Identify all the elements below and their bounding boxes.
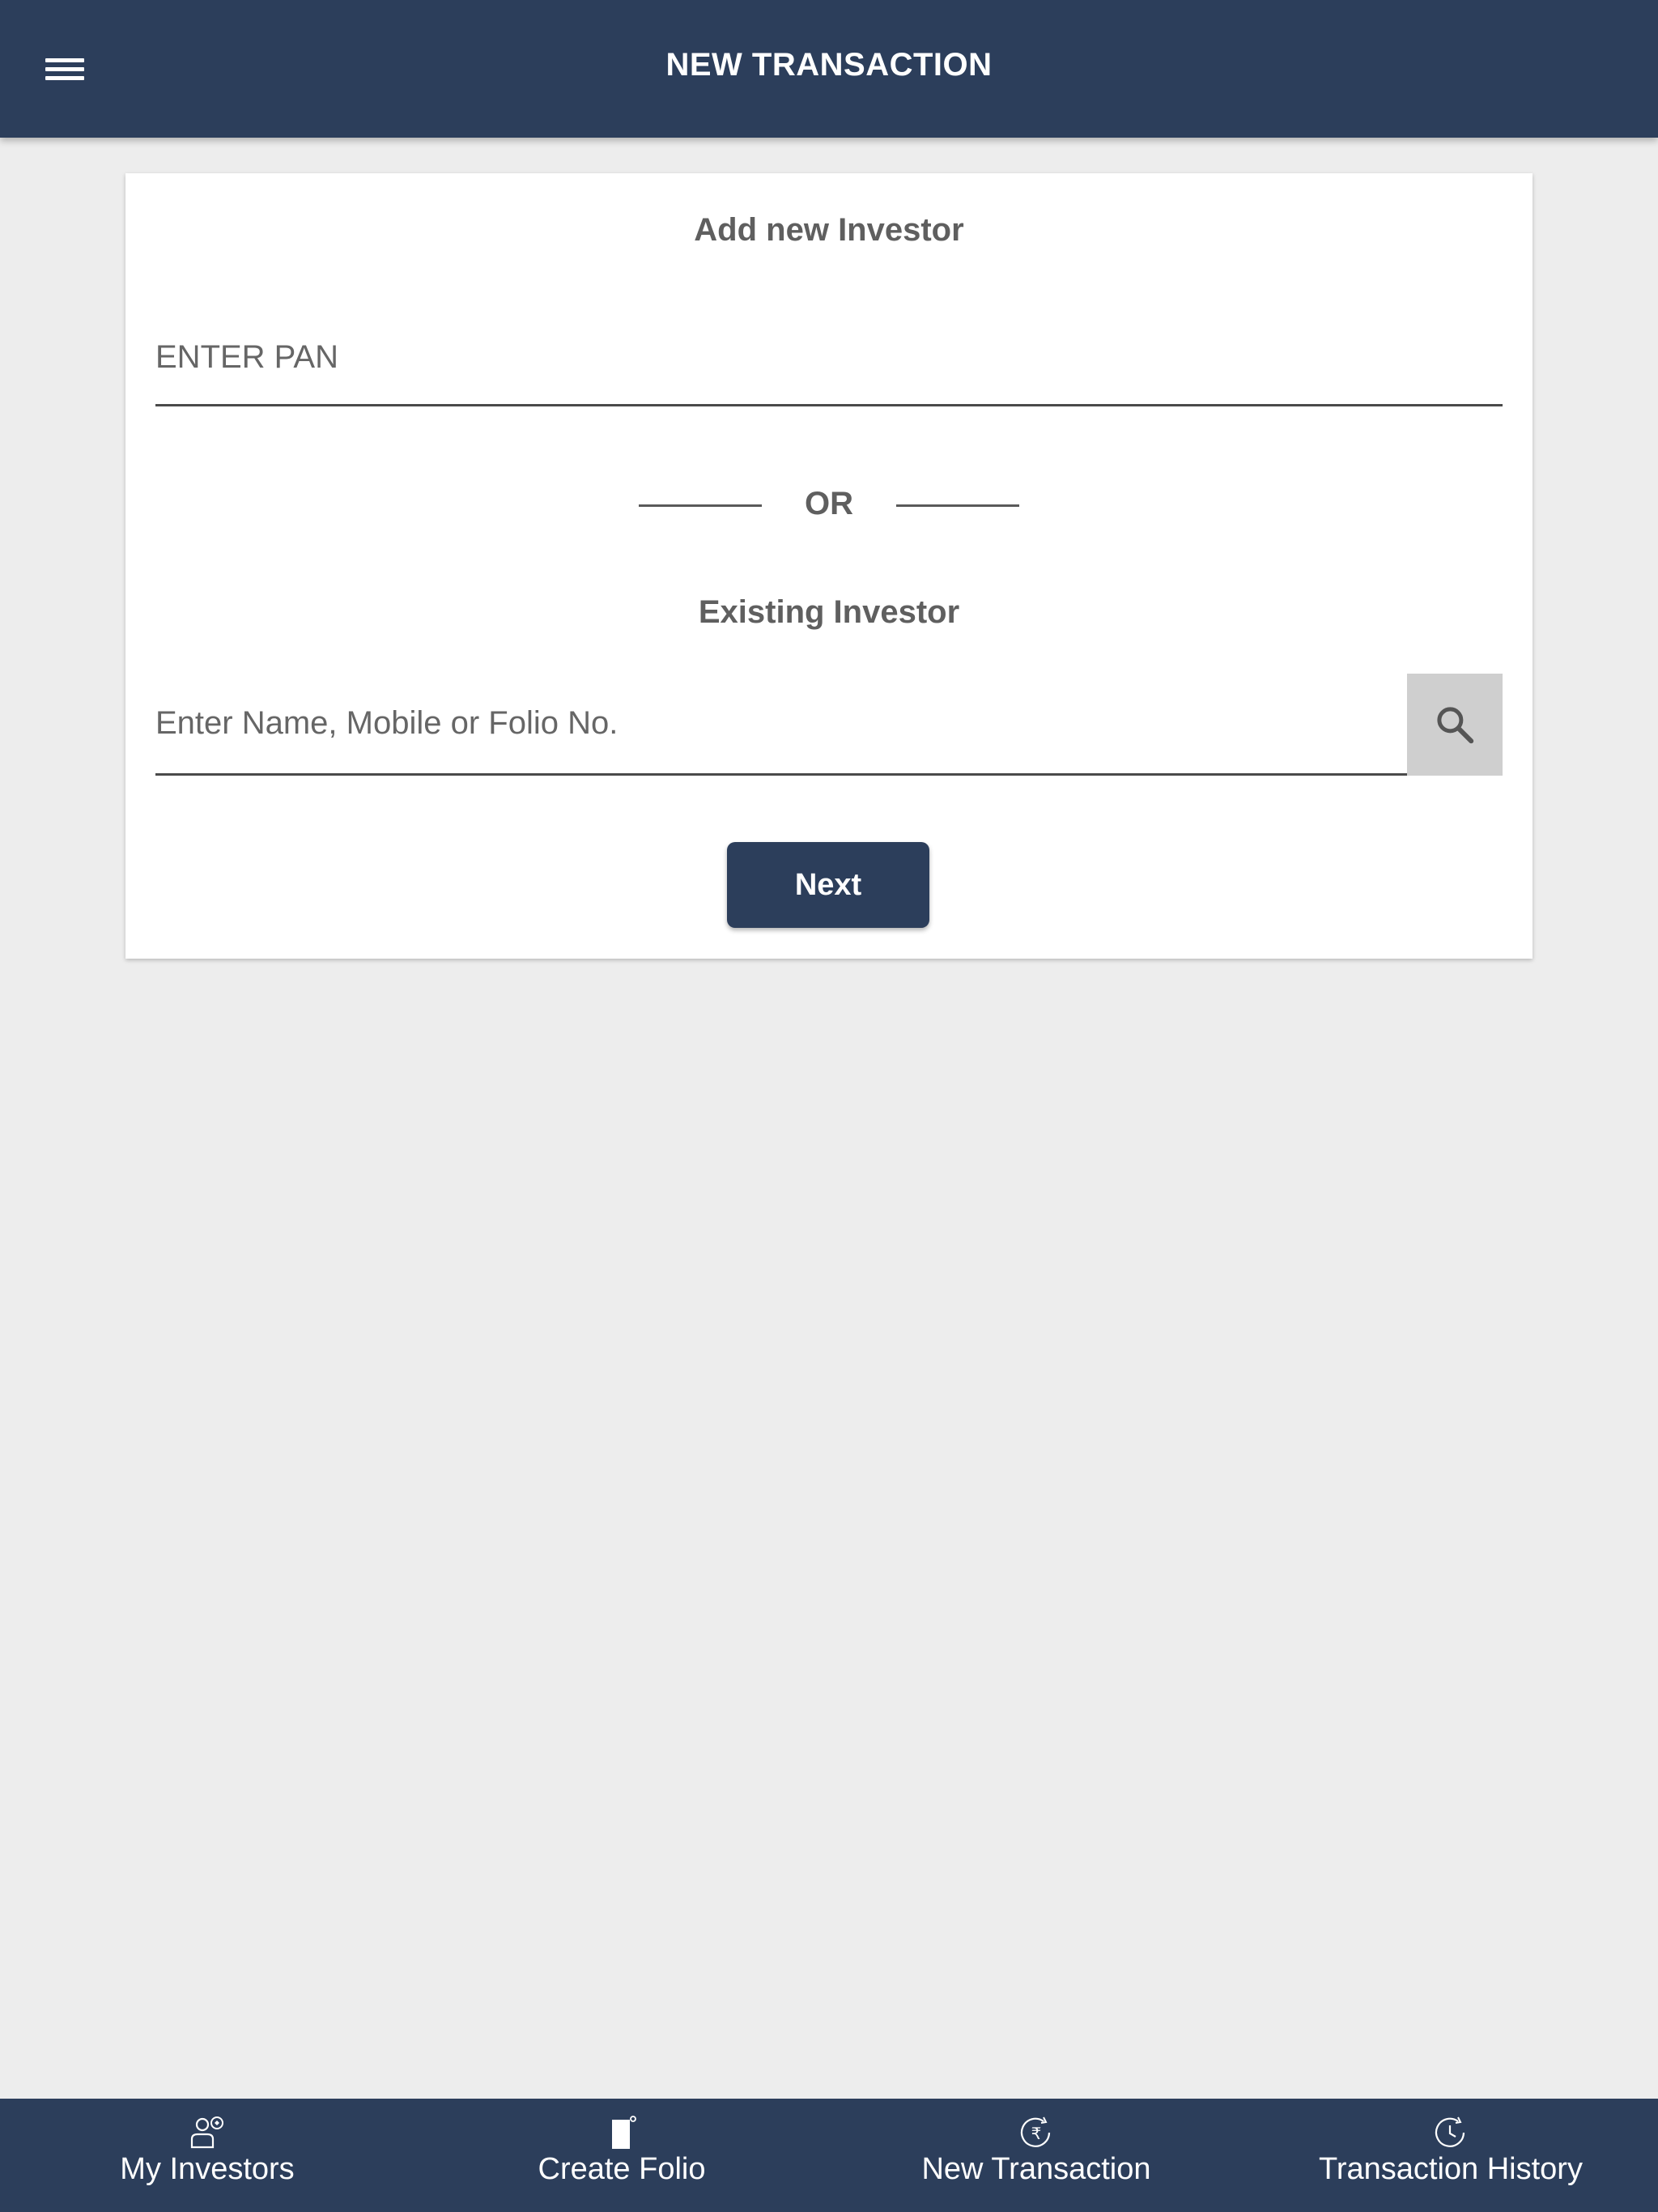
search-button[interactable] (1407, 674, 1503, 776)
tab-label: Transaction History (1319, 2152, 1583, 2186)
rupee-transaction-icon: ₹ (1020, 2116, 1051, 2147)
page-title: NEW TRANSACTION (665, 47, 993, 83)
folio-icon (612, 2116, 636, 2149)
or-label: OR (805, 486, 853, 521)
existing-investor-heading: Existing Investor (698, 594, 960, 630)
or-divider: OR (125, 481, 1533, 530)
investors-icon (190, 2116, 223, 2149)
pan-field-container (155, 311, 1503, 406)
tab-label: My Investors (120, 2152, 295, 2186)
bottom-tab-bar: My Investors Create Folio ₹ New Transact… (0, 2099, 1658, 2212)
pan-input[interactable] (155, 311, 1503, 404)
svg-text:₹: ₹ (1031, 2124, 1042, 2143)
investor-card: Add new Investor OR Existing Investor Ne… (125, 173, 1533, 959)
tab-transaction-history[interactable]: Transaction History (1244, 2099, 1658, 2212)
tab-label: New Transaction (921, 2152, 1151, 2186)
app-root: NEW TRANSACTION Add new Investor OR Exis… (0, 0, 1658, 2212)
investor-search-container (155, 674, 1407, 776)
tab-new-transaction[interactable]: ₹ New Transaction (829, 2099, 1244, 2212)
tab-label: Create Folio (538, 2152, 706, 2186)
history-clock-icon (1435, 2116, 1465, 2147)
divider-line-right (896, 504, 1019, 507)
search-icon (1437, 707, 1474, 744)
tab-my-investors[interactable]: My Investors (0, 2099, 414, 2212)
add-investor-heading: Add new Investor (694, 212, 964, 248)
next-button[interactable]: Next (727, 842, 929, 928)
top-app-bar: NEW TRANSACTION (0, 0, 1658, 138)
investor-search-input[interactable] (155, 674, 1407, 773)
tab-create-folio[interactable]: Create Folio (414, 2099, 829, 2212)
